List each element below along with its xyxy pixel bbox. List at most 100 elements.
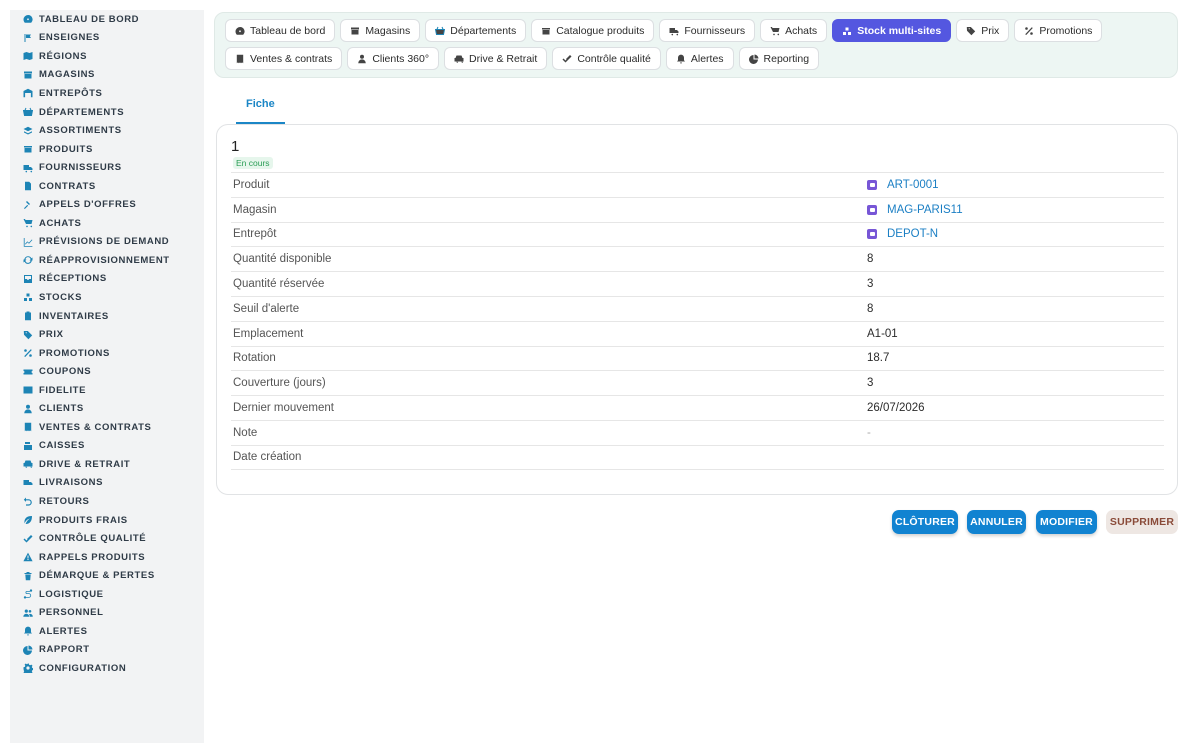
sidebar-item-caisses[interactable]: CAISSES	[10, 437, 204, 456]
sidebar-item-promotions[interactable]: PROMOTIONS	[10, 344, 204, 363]
sidebar-item-fidelite[interactable]: FIDELITE	[10, 381, 204, 400]
sidebar-item-label: PRÉVISIONS DE DEMAND	[39, 236, 170, 248]
nav-promotions[interactable]: Promotions	[1014, 19, 1103, 42]
sidebar-item-personnel[interactable]: PERSONNEL	[10, 604, 204, 623]
nav-reporting[interactable]: Reporting	[738, 47, 820, 70]
sidebar-item-enseignes[interactable]: ENSEIGNES	[10, 29, 204, 48]
field-row: Quantité réservée 3	[231, 271, 1164, 296]
sidebar-item-magasins[interactable]: MAGASINS	[10, 66, 204, 85]
map-icon	[23, 51, 33, 61]
sidebar-item-configuration[interactable]: CONFIGURATION	[10, 659, 204, 678]
pie-chart-icon	[23, 645, 33, 655]
box-icon	[541, 26, 551, 36]
nav-prix[interactable]: Prix	[956, 19, 1010, 42]
nav-controle-qualite[interactable]: Contrôle qualité	[552, 47, 661, 70]
sidebar-item-label: RAPPELS PRODUITS	[39, 551, 146, 563]
sidebar-item-fournisseurs[interactable]: FOURNISSEURS	[10, 158, 204, 177]
sidebar-item-achats[interactable]: ACHATS	[10, 214, 204, 233]
nav-catalogue-produits[interactable]: Catalogue produits	[531, 19, 655, 42]
chart-line-icon	[23, 237, 33, 247]
annuler-button[interactable]: ANNULER	[967, 510, 1026, 534]
nav-clients-360[interactable]: Clients 360°	[347, 47, 440, 70]
sidebar-item-rapport[interactable]: RAPPORT	[10, 641, 204, 660]
gear-icon	[23, 663, 33, 674]
record-link-icon	[867, 229, 877, 240]
sidebar-item-ventes-contrats[interactable]: VENTES & CONTRATS	[10, 418, 204, 437]
nav-drive-retrait[interactable]: Drive & Retrait	[444, 47, 548, 70]
sidebar-item-label: LIVRAISONS	[39, 477, 104, 489]
tab-fiche[interactable]: Fiche	[236, 92, 285, 124]
sidebar-item-entrepots[interactable]: ENTREPÔTS	[10, 84, 204, 103]
field-value: -	[867, 427, 871, 439]
sidebar-item-label: RÉAPPROVISIONNEMENT	[39, 254, 170, 266]
car-icon	[454, 54, 464, 64]
bell-icon	[23, 626, 33, 636]
card-icon	[23, 385, 33, 395]
sidebar-item-logistique[interactable]: LOGISTIQUE	[10, 585, 204, 604]
sidebar-item-previsions-de-demand[interactable]: PRÉVISIONS DE DEMAND	[10, 233, 204, 252]
record-link-icon	[867, 204, 877, 215]
nav-alertes[interactable]: Alertes	[665, 47, 734, 70]
sidebar-item-prix[interactable]: PRIX	[10, 325, 204, 344]
modifier-button[interactable]: MODIFIER	[1036, 510, 1097, 534]
supprimer-button[interactable]: SUPPRIMER	[1106, 510, 1178, 534]
status-badge: En cours	[233, 157, 273, 169]
nav-label: Achats	[785, 24, 818, 37]
nav-magasins[interactable]: Magasins	[340, 19, 421, 42]
sidebar-item-retours[interactable]: RETOURS	[10, 492, 204, 511]
field-label: Dernier mouvement	[233, 402, 334, 415]
sidebar-item-contrats[interactable]: CONTRATS	[10, 177, 204, 196]
field-row: Rotation 18.7	[231, 345, 1164, 371]
sidebar-item-appels-d-offres[interactable]: APPELS D'OFFRES	[10, 195, 204, 214]
field-row: Magasin MAG-PARIS11	[231, 196, 1164, 222]
sidebar-item-clients[interactable]: CLIENTS	[10, 399, 204, 418]
sidebar-item-receptions[interactable]: RÉCEPTIONS	[10, 270, 204, 289]
nav-ventes-contrats[interactable]: Ventes & contrats	[225, 47, 343, 70]
sidebar-item-coupons[interactable]: COUPONS	[10, 362, 204, 381]
truck-icon	[23, 163, 33, 173]
sidebar-item-demarque-pertes[interactable]: DÉMARQUE & PERTES	[10, 566, 204, 585]
stack-icon	[23, 292, 33, 302]
sidebar-item-alertes[interactable]: ALERTES	[10, 622, 204, 641]
sidebar-item-label: INVENTAIRES	[39, 310, 109, 322]
box-icon	[23, 144, 33, 154]
sidebar-item-produits[interactable]: PRODUITS	[10, 140, 204, 159]
warning-icon	[23, 552, 33, 562]
nav-stock-multi-sites[interactable]: Stock multi-sites	[832, 19, 952, 42]
field-value-link[interactable]: ART-0001	[867, 179, 939, 191]
field-value-link[interactable]: DEPOT-N	[867, 228, 938, 240]
sidebar-item-reapprovisionnement[interactable]: RÉAPPROVISIONNEMENT	[10, 251, 204, 270]
record-fields: Produit ART-0001 Magasin MAG-PARIS11 Entrepô…	[231, 172, 1164, 470]
cloturer-button[interactable]: CLÔTURER	[892, 510, 958, 534]
sidebar-item-departements[interactable]: DÉPARTEMENTS	[10, 103, 204, 122]
percent-icon	[23, 348, 33, 358]
field-label: Quantité disponible	[233, 253, 332, 266]
sidebar-item-label: TABLEAU DE BORD	[39, 13, 140, 25]
sidebar-item-rappels-produits[interactable]: RAPPELS PRODUITS	[10, 548, 204, 567]
nav-label: Reporting	[763, 52, 810, 65]
warehouse-icon	[23, 88, 33, 98]
sidebar-item-regions[interactable]: RÉGIONS	[10, 47, 204, 66]
sidebar-item-drive-retrait[interactable]: DRIVE & RETRAIT	[10, 455, 204, 474]
nav-tableau-de-bord[interactable]: Tableau de bord	[225, 19, 336, 42]
sidebar-item-assortiments[interactable]: ASSORTIMENTS	[10, 121, 204, 140]
nav-achats[interactable]: Achats	[760, 19, 828, 42]
basket-icon	[435, 26, 446, 36]
nav-fournisseurs[interactable]: Fournisseurs	[659, 19, 756, 42]
sidebar-item-livraisons[interactable]: LIVRAISONS	[10, 474, 204, 493]
nav-label: Fournisseurs	[684, 24, 746, 37]
field-label: Couverture (jours)	[233, 377, 326, 390]
stack-icon	[842, 26, 852, 36]
field-value: 8	[867, 253, 873, 265]
nav-departements[interactable]: Départements	[425, 19, 527, 42]
nav-label: Ventes & contrats	[250, 52, 333, 65]
pie-chart-icon	[748, 54, 759, 64]
sidebar-item-inventaires[interactable]: INVENTAIRES	[10, 307, 204, 326]
users-icon	[23, 608, 33, 618]
sidebar-item-stocks[interactable]: STOCKS	[10, 288, 204, 307]
undo-icon	[23, 496, 33, 507]
sidebar-item-tableau-de-bord[interactable]: TABLEAU DE BORD	[10, 10, 204, 29]
sidebar-item-label: ASSORTIMENTS	[39, 125, 122, 137]
field-value-link[interactable]: MAG-PARIS11	[867, 204, 963, 216]
field-value-text: DEPOT-N	[887, 228, 939, 241]
